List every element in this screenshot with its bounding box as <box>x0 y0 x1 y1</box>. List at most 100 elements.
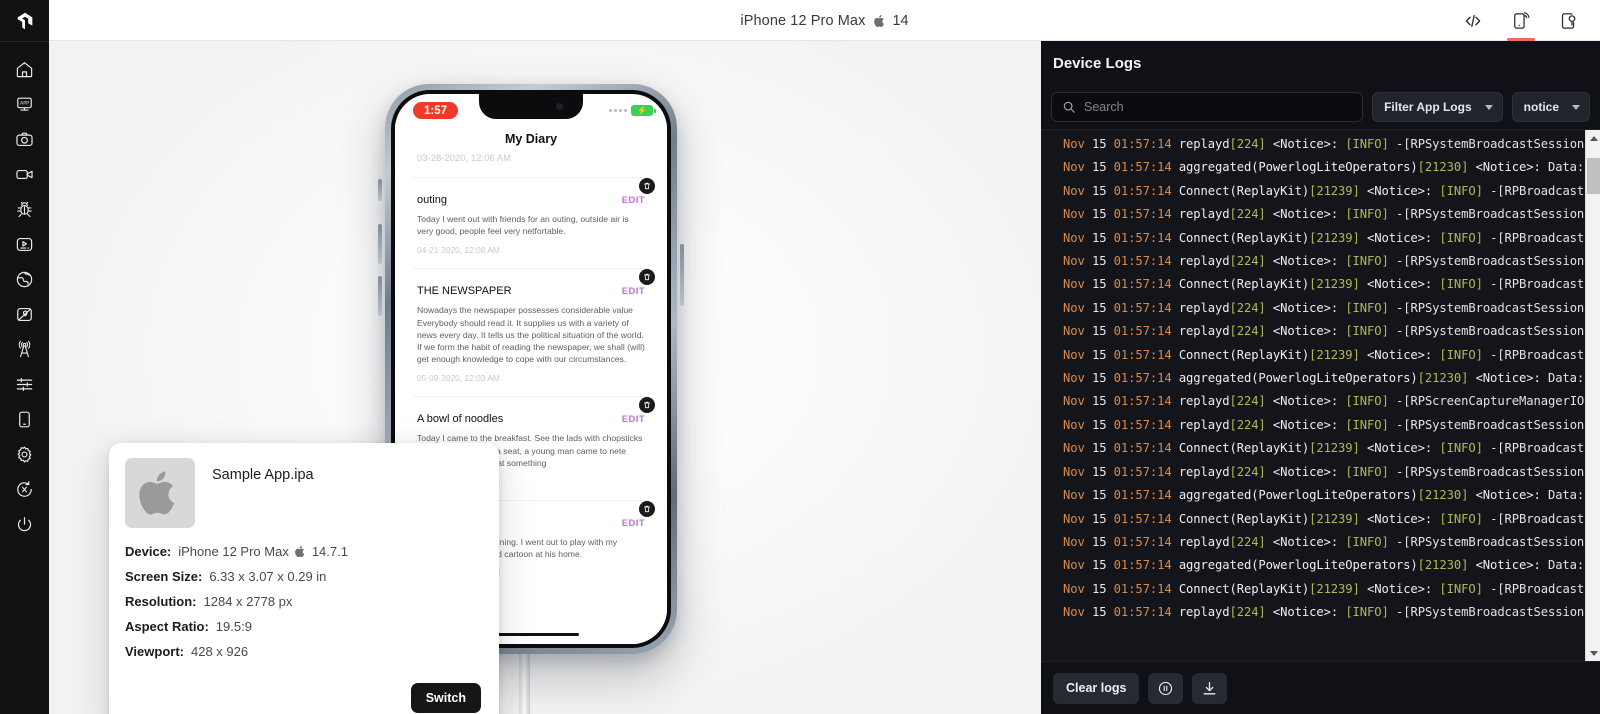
sidebar-item-power[interactable] <box>0 507 49 542</box>
location-icon <box>17 307 32 322</box>
device-inspect-icon[interactable] <box>1552 1 1586 41</box>
log-day: 15 <box>1084 558 1107 573</box>
log-pid: [21230] <box>1417 488 1469 503</box>
log-month: Nov <box>1063 347 1085 362</box>
log-time: 01:57:14 <box>1106 254 1172 269</box>
sidebar-item-network[interactable] <box>0 262 49 297</box>
log-time: 01:57:14 <box>1106 558 1172 573</box>
log-month: Nov <box>1063 441 1085 456</box>
log-pid: [224] <box>1229 534 1266 549</box>
log-day: 15 <box>1084 300 1107 315</box>
log-month: Nov <box>1063 558 1085 573</box>
sidebar-item-preferences[interactable] <box>0 367 49 402</box>
logs-scrollbar[interactable] <box>1585 130 1600 661</box>
info-row-label: Device: <box>125 544 172 559</box>
sidebar-item-media[interactable] <box>0 227 49 262</box>
os-version: 14 <box>892 12 909 29</box>
delete-icon[interactable] <box>639 269 655 286</box>
log-process: aggregated(PowerlogLiteOperators) <box>1171 558 1418 573</box>
phone-icon <box>19 411 30 428</box>
log-line: Nov 15 01:57:14 Connect(ReplayKit)[21239… <box>1041 437 1585 460</box>
log-process: replayd <box>1171 207 1230 222</box>
log-day: 15 <box>1084 230 1107 245</box>
log-day: 15 <box>1084 441 1107 456</box>
log-time: 01:57:14 <box>1106 417 1172 432</box>
log-time: 01:57:14 <box>1106 230 1172 245</box>
pause-logs-button[interactable] <box>1148 672 1184 704</box>
scroll-up-button[interactable] <box>1586 130 1600 146</box>
log-level: <Notice>: <box>1265 254 1339 269</box>
log-pid: [224] <box>1229 254 1266 269</box>
log-time: 01:57:14 <box>1106 488 1172 503</box>
filter-app-logs-select[interactable]: Filter App Logs <box>1372 92 1503 122</box>
log-line: Nov 15 01:57:14 aggregated(PowerlogLiteO… <box>1041 367 1585 390</box>
log-time: 01:57:14 <box>1106 300 1172 315</box>
log-info-tag: [INFO] <box>1432 347 1483 362</box>
sidebar-item-device[interactable] <box>0 402 49 437</box>
log-pid: [224] <box>1229 300 1266 315</box>
search-input[interactable] <box>1084 100 1353 114</box>
sidebar-item-home[interactable] <box>0 52 49 87</box>
sidebar-item-location[interactable] <box>0 297 49 332</box>
delete-icon[interactable] <box>639 397 655 414</box>
battery-charging-icon: ⚡ <box>631 105 656 116</box>
diary-entry-edit-link[interactable]: EDIT <box>622 518 645 529</box>
log-process: Connect(ReplayKit) <box>1171 277 1310 292</box>
log-message: Data: < <box>1547 488 1585 503</box>
log-level: <Notice>: <box>1359 581 1433 596</box>
log-time: 01:57:14 <box>1106 605 1172 620</box>
device-logs-icon[interactable] <box>1504 1 1538 41</box>
log-time: 01:57:14 <box>1106 347 1172 362</box>
search-box[interactable] <box>1051 92 1364 122</box>
log-level: <Notice>: <box>1265 534 1339 549</box>
download-logs-button[interactable] <box>1192 672 1228 704</box>
diary-entry-date: 04-21-2020, 12:08 AM <box>417 245 500 256</box>
log-info-tag: [INFO] <box>1338 324 1389 339</box>
diary-entry: THE NEWSPAPER EDIT Nowadays the newspape… <box>395 269 667 383</box>
scroll-down-button[interactable] <box>1586 645 1600 661</box>
log-message: -[RPSystemBroadcastSession <box>1388 464 1585 479</box>
diary-entry-edit-link[interactable]: EDIT <box>622 414 645 425</box>
clear-logs-button[interactable]: Clear logs <box>1053 672 1140 704</box>
log-time: 01:57:14 <box>1106 324 1172 339</box>
delete-icon[interactable] <box>639 501 655 518</box>
switch-button[interactable]: Switch <box>410 683 481 713</box>
info-row-viewport: Viewport: 428 x 926 <box>125 644 481 659</box>
download-icon <box>1203 681 1216 694</box>
log-level: <Notice>: <box>1265 207 1339 222</box>
app-thumbnail <box>125 458 195 528</box>
log-time: 01:57:14 <box>1106 183 1172 198</box>
status-bar-right: ⚡ <box>609 105 656 116</box>
log-time: 01:57:14 <box>1106 581 1172 596</box>
log-level: <Notice>: <box>1359 511 1433 526</box>
chevron-down-icon <box>1572 104 1580 110</box>
log-level: <Notice>: <box>1468 558 1541 573</box>
device-logs-title: Device Logs <box>1053 54 1142 72</box>
log-message: -[RPBroadcastS <box>1482 511 1585 526</box>
log-month: Nov <box>1063 300 1085 315</box>
diary-entry-edit-link[interactable]: EDIT <box>622 195 645 206</box>
appetize-logo-icon[interactable] <box>0 0 49 41</box>
log-process: Connect(ReplayKit) <box>1171 347 1310 362</box>
sidebar-item-record[interactable] <box>0 157 49 192</box>
sidebar-item-reset[interactable] <box>0 472 49 507</box>
log-day: 15 <box>1084 488 1107 503</box>
sidebar-item-debug[interactable] <box>0 192 49 227</box>
log-line: Nov 15 01:57:14 Connect(ReplayKit)[21239… <box>1041 273 1585 296</box>
sidebar-item-settings[interactable] <box>0 437 49 472</box>
log-level-label: notice <box>1523 100 1559 114</box>
sidebar-item-screenshot[interactable] <box>0 122 49 157</box>
log-day: 15 <box>1084 160 1107 175</box>
sidebar-item-signal[interactable] <box>0 332 49 367</box>
sidebar-item-apps[interactable]: APP <box>0 87 49 122</box>
delete-icon[interactable] <box>639 178 655 194</box>
info-row-value: 19.5:9 <box>215 619 252 634</box>
log-level-select[interactable]: notice <box>1511 92 1590 122</box>
scrollbar-thumb[interactable] <box>1587 158 1600 194</box>
log-month: Nov <box>1063 488 1085 503</box>
diary-entry-title: A bowl of noodles <box>417 413 504 426</box>
log-month: Nov <box>1063 183 1085 198</box>
code-icon[interactable] <box>1456 1 1490 41</box>
info-row-os-version: 14.7.1 <box>311 544 348 559</box>
diary-entry-edit-link[interactable]: EDIT <box>622 286 645 297</box>
